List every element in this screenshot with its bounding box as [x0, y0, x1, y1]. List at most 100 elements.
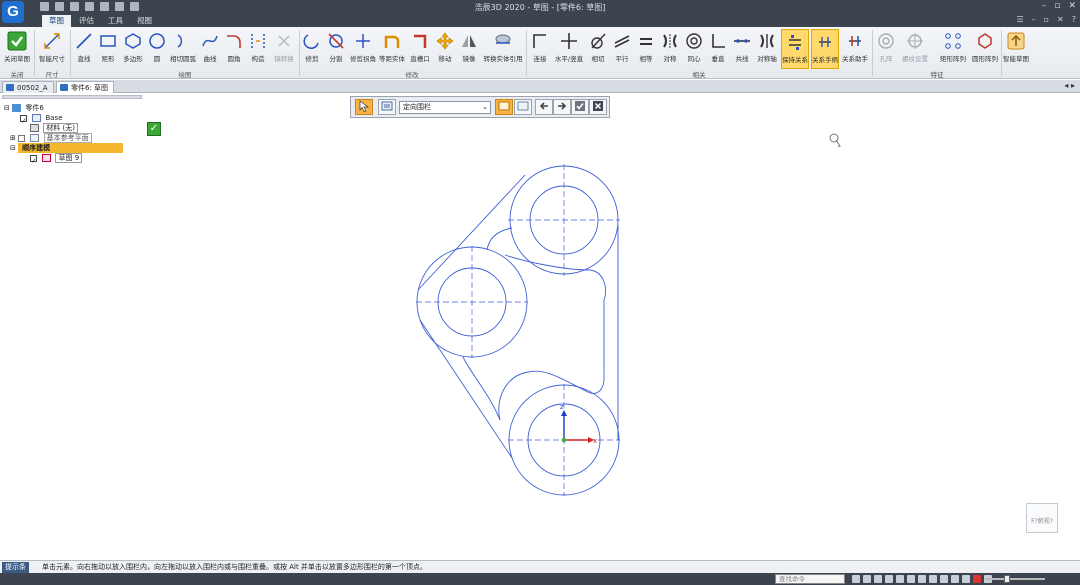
doc-restore-button[interactable]: ▫ — [1044, 15, 1049, 24]
concentric-button[interactable]: 同心 — [683, 29, 705, 69]
mirror-icon — [462, 35, 476, 47]
minimize-button[interactable]: – — [1042, 1, 1047, 11]
sketch-slot-profile[interactable] — [462, 254, 607, 421]
tab-sketch[interactable]: 草图 — [42, 15, 71, 27]
tangent-button[interactable]: 相切 — [587, 29, 609, 69]
separator — [1001, 30, 1002, 76]
view-tools — [852, 575, 992, 583]
window-title: 浩辰3D 2020 - 草图 - [零件6: 草图] — [474, 3, 606, 12]
symmetric-button[interactable]: 对称 — [659, 29, 681, 69]
view-orient-icon[interactable] — [918, 575, 926, 583]
separator — [872, 30, 873, 76]
menu-icon[interactable]: ☰ — [1016, 15, 1023, 24]
move-button[interactable]: 移动 — [435, 29, 455, 69]
smart-dimension-button[interactable]: 智能尺寸 — [37, 29, 67, 69]
doc-minimize-button[interactable]: – — [1032, 15, 1036, 24]
relation-assistant-button[interactable]: 关系助手 — [841, 29, 869, 69]
thread-settings-button[interactable]: 螺纹设置 — [899, 29, 931, 69]
equal-button[interactable]: 相等 — [635, 29, 657, 69]
section-icon[interactable] — [951, 575, 959, 583]
construction-button[interactable]: 构造 — [247, 29, 269, 69]
doc-tab-scroll[interactable]: ◂ ▸ — [1064, 81, 1075, 90]
shading-icon[interactable] — [929, 575, 937, 583]
rectangle-button[interactable]: 矩形 — [97, 29, 119, 69]
line-button[interactable]: 直线 — [73, 29, 95, 69]
trim-corner-button[interactable]: 修剪拐角 — [349, 29, 377, 69]
record-icon[interactable] — [973, 575, 981, 583]
circle-button[interactable]: 圆 — [147, 29, 167, 69]
tab-evaluate[interactable]: 评估 — [72, 15, 101, 27]
mirror-button[interactable]: 镜像 — [457, 29, 481, 69]
maximize-button[interactable]: ▫ — [1054, 1, 1060, 11]
doc-tab-part6-sketch[interactable]: 零件6: 草图 — [56, 81, 115, 93]
select-view-icon[interactable] — [852, 575, 860, 583]
relation-handles-button[interactable]: 关系手柄 — [811, 29, 839, 69]
circular-pattern-button[interactable]: 圆形阵列 — [969, 29, 1001, 69]
command-search-input[interactable]: 查找命令 — [775, 574, 845, 584]
offset-icon — [384, 35, 400, 48]
offset-entity-button[interactable]: 等距实体 — [379, 29, 405, 69]
sketch-line-upper-left[interactable] — [417, 174, 526, 291]
split-button[interactable]: 分割 — [325, 29, 347, 69]
collinear-button[interactable]: 共线 — [731, 29, 753, 69]
fillet-icon — [227, 35, 241, 48]
rectangular-pattern-button[interactable]: 矩形阵列 — [937, 29, 969, 69]
slot-icon — [414, 34, 427, 48]
zoom-slider[interactable] — [985, 578, 1045, 580]
separator — [299, 30, 300, 76]
perpendicular-button[interactable]: 垂直 — [707, 29, 729, 69]
smart-sketch-icon — [1007, 32, 1025, 50]
doc-tab-00502-a[interactable]: 00502_A — [2, 81, 54, 93]
tab-view[interactable]: 视图 — [130, 15, 159, 27]
app-logo[interactable]: G — [2, 1, 24, 23]
split-icon — [328, 33, 344, 49]
center-lines — [416, 164, 620, 496]
parallel-icon — [614, 35, 630, 48]
fit-icon[interactable] — [885, 575, 893, 583]
camera-icon[interactable] — [962, 575, 970, 583]
separator — [70, 30, 71, 76]
pan-icon[interactable] — [896, 575, 904, 583]
straight-slot-button[interactable]: 直槽口 — [407, 29, 433, 69]
hole-pattern-button[interactable]: 孔阵 — [875, 29, 897, 69]
zoom-area-icon[interactable] — [863, 575, 871, 583]
horizontal-vertical-button[interactable]: 水平/竖直 — [553, 29, 585, 69]
rotate-icon[interactable] — [907, 575, 915, 583]
doc-close-button[interactable]: ✕ — [1057, 15, 1064, 24]
zoom-slider-knob[interactable] — [1004, 575, 1010, 583]
symmetry-axis-button[interactable]: 对称轴 — [755, 29, 779, 69]
ribbon-tabs: 草图 评估 工具 视图 ☰ – ▫ ✕ ? — [0, 14, 1080, 27]
perpendicular-icon — [712, 34, 725, 48]
tangent-arc-button[interactable]: 相切圆弧 — [169, 29, 197, 69]
parallel-button[interactable]: 平行 — [611, 29, 633, 69]
symmetry-axis-icon — [760, 34, 774, 48]
connect-icon — [533, 34, 546, 48]
smart-sketch-button[interactable]: 智能草图 — [1003, 29, 1029, 69]
fillet-button[interactable]: 圆角 — [223, 29, 245, 69]
circular-pattern-icon — [978, 33, 992, 49]
mirror-convert-button[interactable]: 镜转换 — [271, 29, 297, 69]
zoom-icon[interactable] — [874, 575, 882, 583]
relation-assistant-icon — [849, 36, 861, 46]
dimension-icon — [44, 33, 60, 49]
polygon-button[interactable]: 多边形 — [121, 29, 145, 69]
convert-entity-button[interactable]: 转换实体引用 — [483, 29, 523, 69]
view-cube[interactable]: F?俯视? — [1026, 503, 1058, 533]
trim-button[interactable]: 修剪 — [301, 29, 323, 69]
close-sketch-button[interactable]: 关闭草图 — [2, 29, 32, 69]
sketch-geometry[interactable]: z x — [0, 94, 1080, 559]
graphics-window[interactable]: ⊟ 零件6 ✓ Base 材料 (无) ⊞ 基本参考平面 ⊟ 顺序建模 ✓ 草图… — [0, 94, 1080, 559]
connect-button[interactable]: 连接 — [529, 29, 551, 69]
horizontal-vertical-icon — [561, 33, 577, 49]
separator — [34, 30, 35, 76]
sketch-line-lower-left[interactable] — [419, 319, 513, 459]
construction-icon — [251, 34, 265, 48]
maintain-relations-button[interactable]: 保持关系 — [781, 29, 809, 69]
display-icon[interactable] — [940, 575, 948, 583]
curve-button[interactable]: 曲线 — [199, 29, 221, 69]
close-button[interactable]: ✕ — [1068, 1, 1076, 11]
help-icon[interactable]: ? — [1072, 15, 1076, 24]
polygon-icon — [125, 33, 141, 49]
sketch-slot-arc-top[interactable] — [486, 227, 513, 251]
tab-tools[interactable]: 工具 — [101, 15, 130, 27]
